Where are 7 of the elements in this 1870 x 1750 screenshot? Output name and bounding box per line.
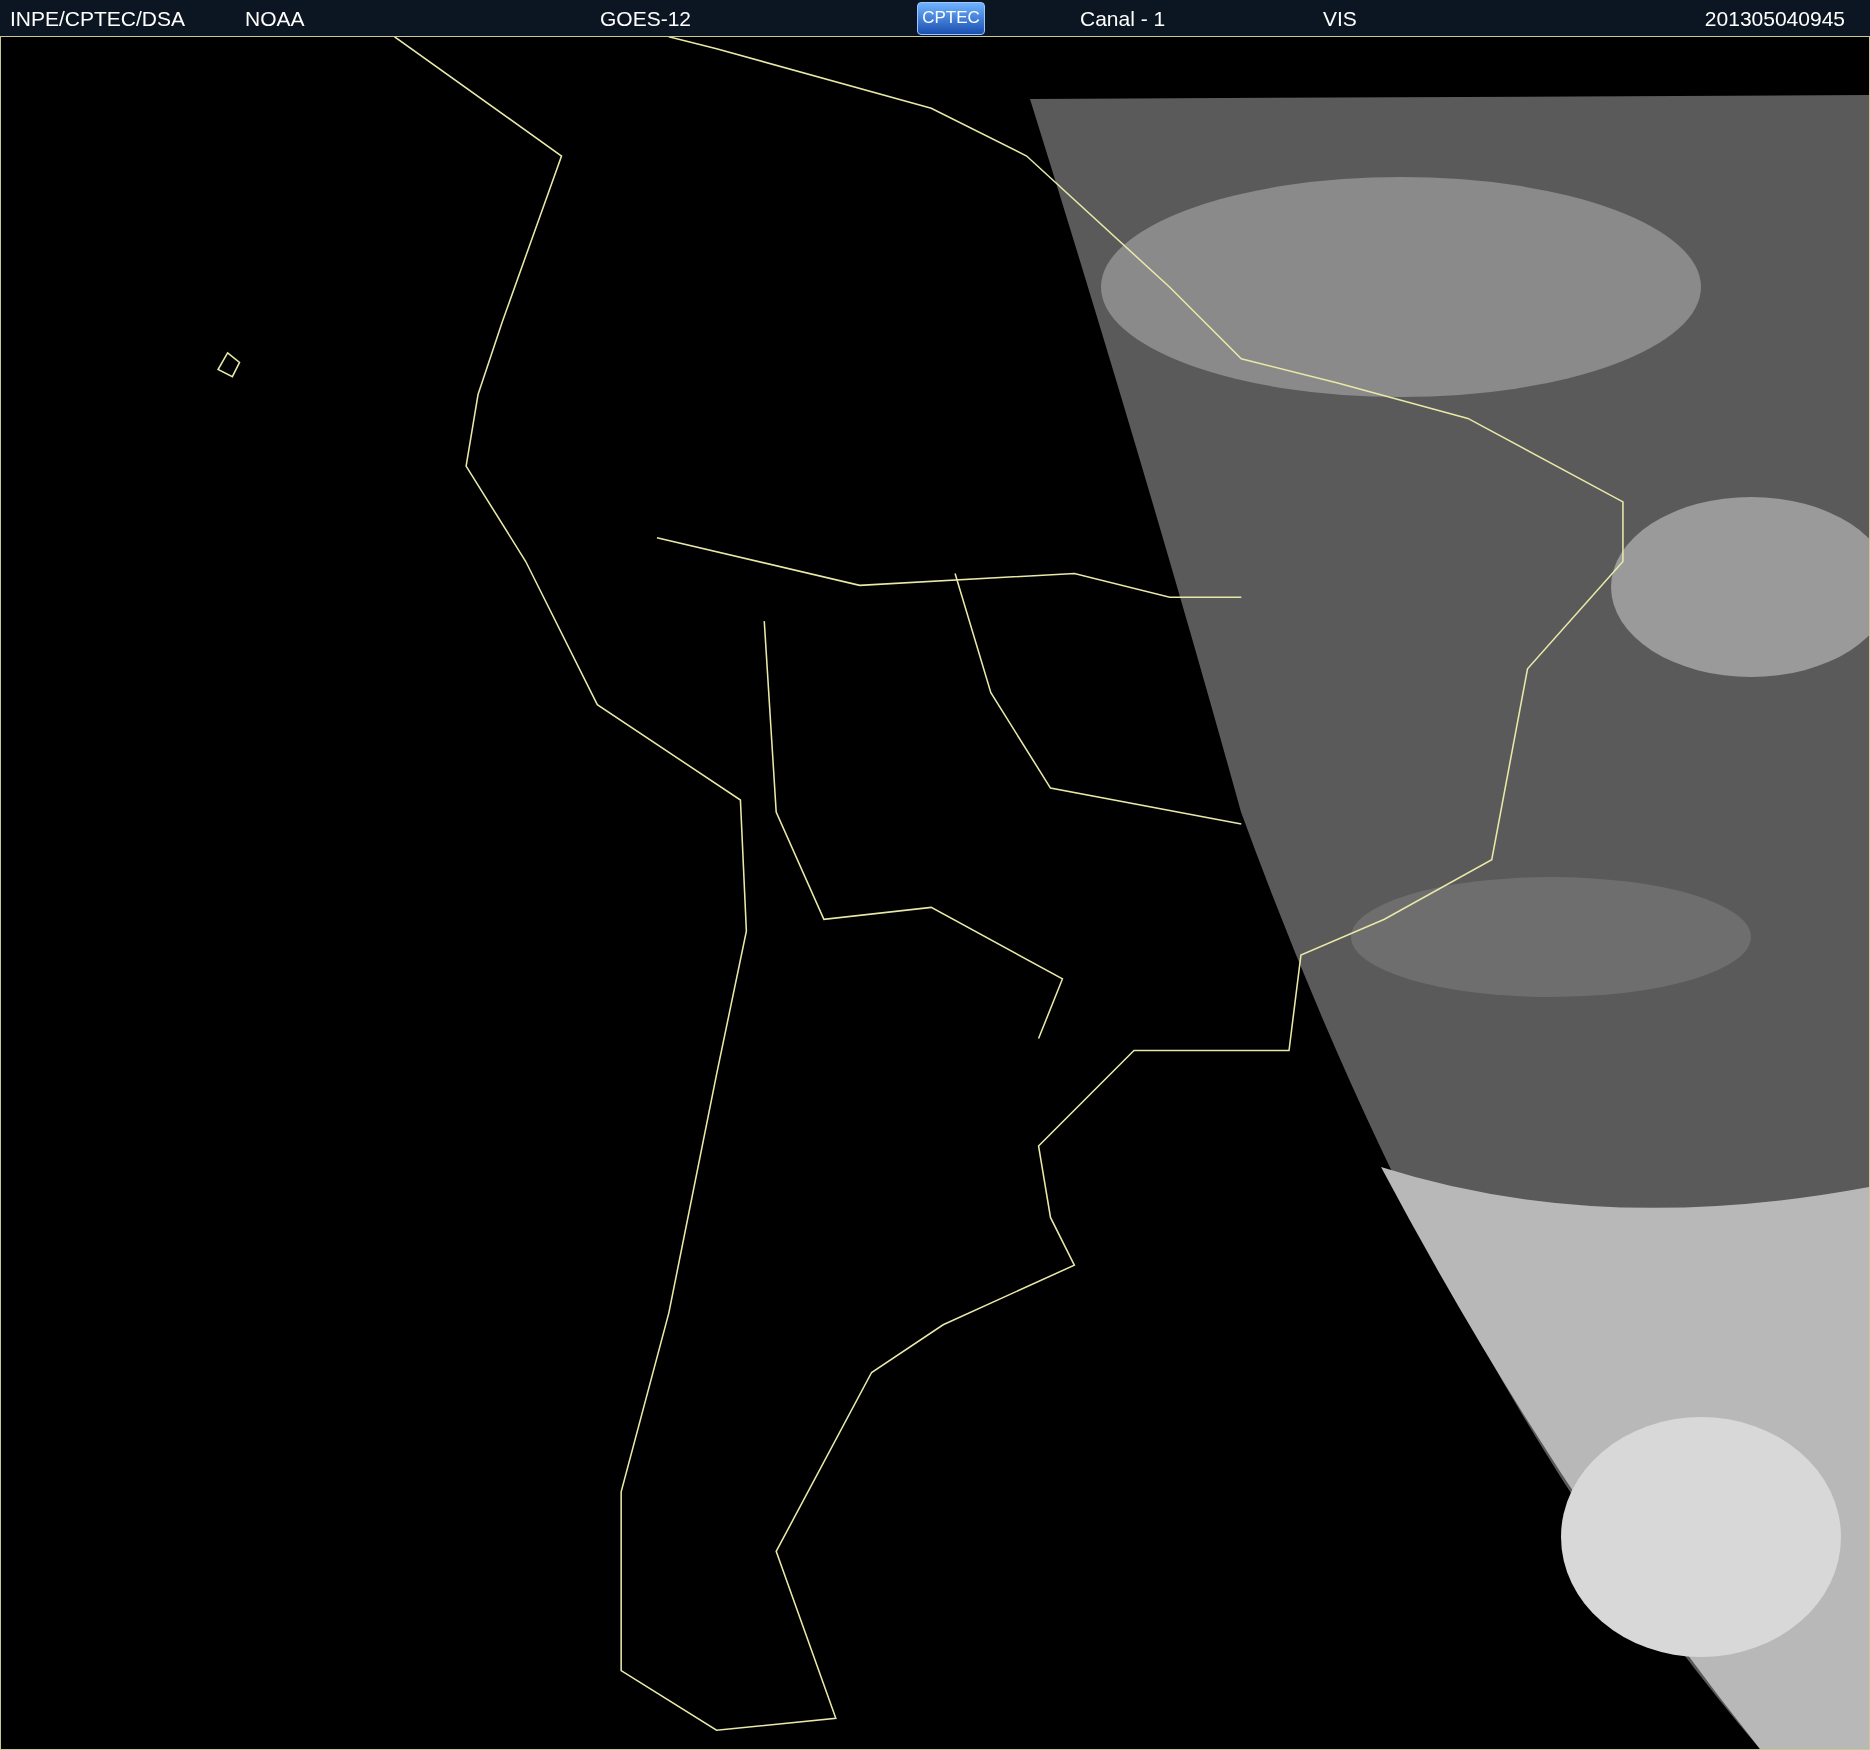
header-label: NOAA [245,7,306,29]
header-label: GOES-12 [600,7,693,29]
header-label: 201305040945 [1704,7,1845,29]
logo: CPTEC [917,1,985,35]
header-label: INPE/CPTEC/DSA [10,7,187,29]
header-label: Canal - 1 [1080,7,1167,29]
header-label: VIS [1323,7,1358,29]
